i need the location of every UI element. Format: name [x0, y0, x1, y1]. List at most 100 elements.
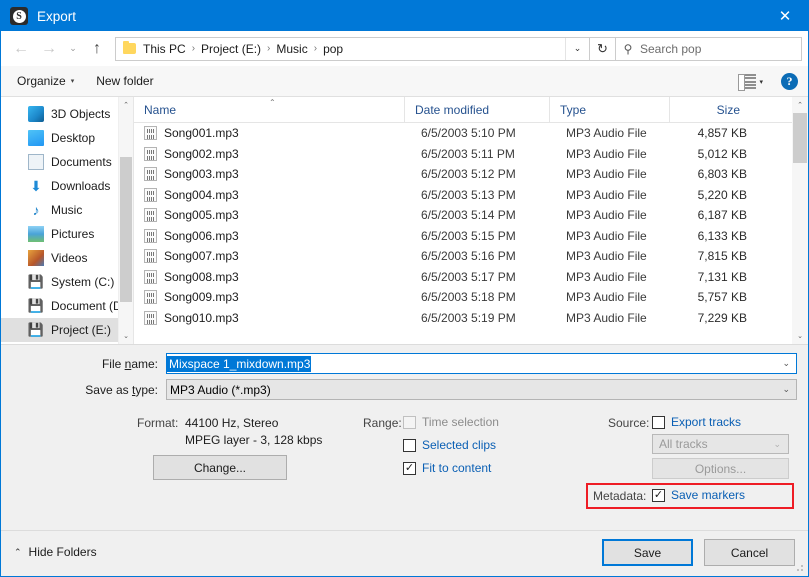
column-header-type[interactable]: Type: [549, 97, 669, 123]
checkbox-fit-to-content[interactable]: ✓: [403, 461, 416, 475]
breadcrumb-item-3[interactable]: pop: [323, 42, 343, 56]
table-row[interactable]: Song001.mp3 6/5/2003 5:10 PM MP3 Audio F…: [134, 123, 808, 144]
cell-date: 6/5/2003 5:10 PM: [421, 126, 516, 141]
sidebar-item-3d-objects[interactable]: 3D Objects: [1, 102, 133, 126]
chevron-down-icon[interactable]: ▾: [759, 78, 763, 86]
format-label: Format:: [137, 416, 179, 430]
cell-type: MP3 Audio File: [566, 208, 647, 223]
sidebar-item-label: Desktop: [51, 131, 96, 145]
cell-name: Song005.mp3: [164, 208, 239, 223]
help-icon[interactable]: ?: [781, 73, 798, 90]
column-header-date-modified[interactable]: Date modified: [404, 97, 549, 123]
checkbox-time-selection[interactable]: [403, 415, 416, 429]
dialog-footer: ⌃ Hide Folders Save Cancel: [1, 530, 808, 576]
sidebar-item-downloads[interactable]: ⬇ Downloads: [1, 174, 133, 198]
refresh-icon[interactable]: ↻: [590, 36, 616, 61]
table-row[interactable]: Song005.mp3 6/5/2003 5:14 PM MP3 Audio F…: [134, 205, 808, 226]
save-as-type-select[interactable]: MP3 Audio (*.mp3) ⌄: [166, 379, 797, 400]
sidebar-scrollbar[interactable]: ⌃ ⌄: [118, 97, 133, 344]
tracks-dropdown[interactable]: All tracks ⌄: [652, 434, 789, 454]
chevron-down-icon[interactable]: ⌄: [782, 380, 790, 399]
sidebar-item-desktop[interactable]: Desktop: [1, 126, 133, 150]
breadcrumb-sep-1: ›: [267, 43, 271, 54]
scroll-up-icon[interactable]: ⌃: [792, 97, 808, 113]
time-selection-checkbox-row[interactable]: Time selection: [403, 415, 499, 429]
sidebar: 3D Objects Desktop Documents ⬇ Downloads…: [1, 97, 133, 344]
new-folder-button[interactable]: New folder: [96, 74, 153, 88]
scroll-down-icon[interactable]: ⌄: [792, 328, 808, 344]
back-icon[interactable]: ←: [7, 35, 35, 63]
sidebar-item-system-c[interactable]: 💾 System (C:): [1, 270, 133, 294]
export-dialog-window: S Export ✕ ← → ⌄ ↑ This PC › Project (E:…: [0, 0, 809, 577]
mp3-file-icon: [144, 310, 157, 325]
track-options-button[interactable]: Options...: [652, 458, 789, 479]
chevron-down-icon[interactable]: ⌄: [782, 354, 790, 373]
table-row[interactable]: Song009.mp3 6/5/2003 5:18 PM MP3 Audio F…: [134, 287, 808, 308]
scroll-down-icon[interactable]: ⌄: [119, 328, 133, 344]
sort-ascending-icon: ⌃: [269, 98, 276, 107]
checkbox-selected-clips[interactable]: [403, 438, 416, 452]
file-list-header: Name Date modified Type Size ⌃: [134, 97, 808, 123]
cell-name: Song007.mp3: [164, 249, 239, 264]
cell-date: 6/5/2003 5:18 PM: [421, 290, 516, 305]
up-icon[interactable]: ↑: [83, 35, 111, 63]
desktop-icon: [28, 130, 44, 146]
cell-type: MP3 Audio File: [566, 126, 647, 141]
organize-button[interactable]: Organize ▾: [17, 74, 74, 88]
fit-to-content-checkbox-row[interactable]: ✓ Fit to content: [403, 461, 491, 475]
cell-name: Song001.mp3: [164, 126, 239, 141]
save-markers-checkbox-row[interactable]: ✓ Save markers: [652, 488, 745, 502]
command-bar-right: ▾ ?: [738, 66, 798, 97]
mp3-file-icon: [144, 167, 157, 182]
file-list-scrollbar[interactable]: ⌃ ⌄: [792, 97, 808, 344]
format-value-line2: MPEG layer - 3, 128 kbps: [185, 433, 323, 447]
breadcrumb-sep-2: ›: [313, 43, 318, 54]
scroll-up-icon[interactable]: ⌃: [119, 97, 133, 113]
sidebar-item-videos[interactable]: Videos: [1, 246, 133, 270]
organize-label: Organize: [17, 74, 66, 88]
breadcrumb[interactable]: This PC › Project (E:) › Music › pop ⌄: [115, 36, 590, 61]
sidebar-item-project-e[interactable]: 💾 Project (E:): [1, 318, 133, 342]
selected-clips-checkbox-row[interactable]: Selected clips: [403, 438, 496, 452]
table-row[interactable]: Song002.mp3 6/5/2003 5:11 PM MP3 Audio F…: [134, 144, 808, 165]
checkbox-export-tracks[interactable]: [652, 415, 665, 429]
breadcrumb-item-2[interactable]: Music: [276, 42, 307, 56]
cube-icon: [28, 106, 44, 122]
checkbox-save-markers[interactable]: ✓: [652, 488, 665, 502]
table-row[interactable]: Song003.mp3 6/5/2003 5:12 PM MP3 Audio F…: [134, 164, 808, 185]
search-input[interactable]: ⚲ Search pop: [616, 36, 802, 61]
resize-grip[interactable]: [795, 563, 805, 573]
close-icon[interactable]: ✕: [762, 1, 808, 31]
change-format-button[interactable]: Change...: [153, 455, 287, 480]
cancel-button[interactable]: Cancel: [704, 539, 795, 566]
selected-clips-label: Selected clips: [422, 438, 497, 452]
view-layout-icon[interactable]: [738, 74, 757, 91]
format-value-line1: 44100 Hz, Stereo: [185, 416, 279, 430]
app-logo-letter: S: [12, 9, 26, 23]
table-row[interactable]: Song010.mp3 6/5/2003 5:19 PM MP3 Audio F…: [134, 308, 808, 329]
sidebar-item-music[interactable]: ♪ Music: [1, 198, 133, 222]
scrollbar-thumb[interactable]: [120, 157, 132, 302]
sidebar-item-pictures[interactable]: Pictures: [1, 222, 133, 246]
sidebar-item-document-d[interactable]: 💾 Document (D:): [1, 294, 133, 318]
breadcrumb-item-1[interactable]: Project (E:): [201, 42, 261, 56]
column-header-size[interactable]: Size: [669, 97, 754, 123]
breadcrumb-dropdown-icon[interactable]: ⌄: [565, 37, 589, 60]
hide-folders-button[interactable]: ⌃ Hide Folders: [14, 545, 97, 559]
file-name-input[interactable]: Mixspace 1_mixdown.mp3 ⌄: [166, 353, 797, 374]
recent-locations-icon[interactable]: ⌄: [63, 35, 83, 63]
cell-date: 6/5/2003 5:13 PM: [421, 187, 516, 202]
mp3-file-icon: [144, 290, 157, 305]
scrollbar-thumb[interactable]: [793, 113, 807, 163]
save-as-type-row: Save as type: MP3 Audio (*.mp3) ⌄: [1, 378, 808, 401]
table-row[interactable]: Song008.mp3 6/5/2003 5:17 PM MP3 Audio F…: [134, 267, 808, 288]
table-row[interactable]: Song006.mp3 6/5/2003 5:15 PM MP3 Audio F…: [134, 226, 808, 247]
export-tracks-checkbox-row[interactable]: Export tracks: [652, 415, 741, 429]
breadcrumb-item-0[interactable]: This PC: [143, 42, 186, 56]
save-button[interactable]: Save: [602, 539, 693, 566]
forward-icon[interactable]: →: [35, 35, 63, 63]
sidebar-item-documents[interactable]: Documents: [1, 150, 133, 174]
table-row[interactable]: Song004.mp3 6/5/2003 5:13 PM MP3 Audio F…: [134, 185, 808, 206]
table-row[interactable]: Song007.mp3 6/5/2003 5:16 PM MP3 Audio F…: [134, 246, 808, 267]
mp3-file-icon: [144, 126, 157, 141]
